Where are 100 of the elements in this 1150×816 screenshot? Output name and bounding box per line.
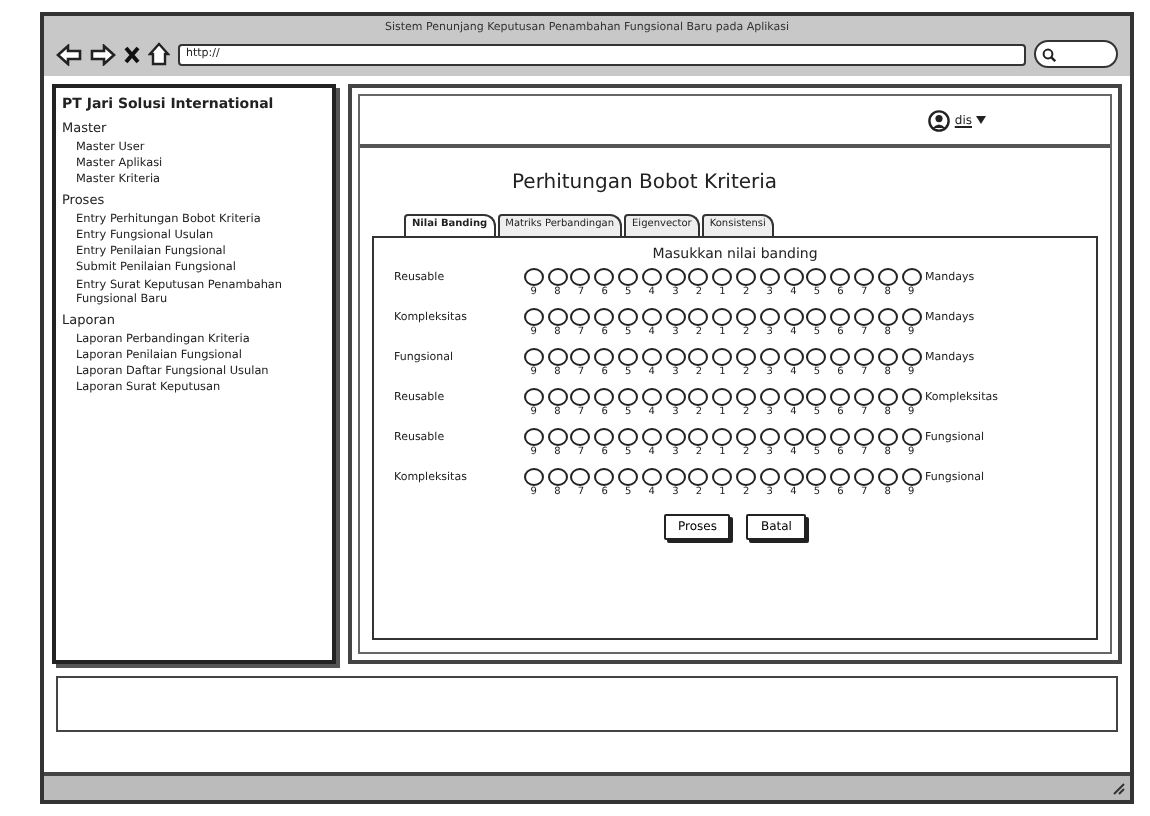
radio-button[interactable] bbox=[570, 268, 591, 287]
radio-button[interactable] bbox=[618, 428, 639, 447]
radio-button[interactable] bbox=[736, 308, 757, 327]
radio-button[interactable] bbox=[523, 468, 544, 487]
radio-button[interactable] bbox=[736, 348, 757, 367]
radio-button[interactable] bbox=[594, 308, 615, 327]
radio-button[interactable] bbox=[570, 428, 591, 447]
radio-button[interactable] bbox=[523, 348, 544, 367]
radio-button[interactable] bbox=[712, 348, 733, 367]
radio-button[interactable] bbox=[594, 348, 615, 367]
radio-button[interactable] bbox=[759, 388, 780, 407]
radio-button[interactable] bbox=[759, 428, 780, 447]
radio-button[interactable] bbox=[783, 428, 804, 447]
radio-button[interactable] bbox=[594, 468, 615, 487]
radio-button[interactable] bbox=[665, 268, 686, 287]
radio-button[interactable] bbox=[712, 388, 733, 407]
radio-button[interactable] bbox=[688, 308, 709, 327]
radio-button[interactable] bbox=[854, 388, 875, 407]
radio-button[interactable] bbox=[736, 428, 757, 447]
radio-button[interactable] bbox=[665, 388, 686, 407]
radio-button[interactable] bbox=[854, 308, 875, 327]
radio-button[interactable] bbox=[547, 348, 568, 367]
radio-button[interactable] bbox=[570, 468, 591, 487]
radio-button[interactable] bbox=[854, 348, 875, 367]
radio-button[interactable] bbox=[688, 428, 709, 447]
radio-button[interactable] bbox=[830, 308, 851, 327]
radio-button[interactable] bbox=[688, 348, 709, 367]
radio-button[interactable] bbox=[806, 268, 827, 287]
radio-button[interactable] bbox=[877, 268, 898, 287]
radio-button[interactable] bbox=[901, 268, 922, 287]
radio-button[interactable] bbox=[665, 308, 686, 327]
radio-button[interactable] bbox=[523, 388, 544, 407]
radio-button[interactable] bbox=[618, 388, 639, 407]
radio-button[interactable] bbox=[901, 428, 922, 447]
radio-button[interactable] bbox=[830, 388, 851, 407]
radio-button[interactable] bbox=[736, 268, 757, 287]
radio-button[interactable] bbox=[594, 268, 615, 287]
radio-button[interactable] bbox=[806, 468, 827, 487]
radio-button[interactable] bbox=[783, 348, 804, 367]
radio-button[interactable] bbox=[618, 468, 639, 487]
search-field[interactable] bbox=[1034, 40, 1118, 69]
radio-button[interactable] bbox=[618, 348, 639, 367]
radio-button[interactable] bbox=[547, 428, 568, 447]
radio-button[interactable] bbox=[618, 268, 639, 287]
radio-button[interactable] bbox=[759, 268, 780, 287]
radio-button[interactable] bbox=[641, 468, 662, 487]
radio-button[interactable] bbox=[759, 348, 780, 367]
radio-button[interactable] bbox=[712, 468, 733, 487]
close-icon[interactable] bbox=[124, 45, 140, 64]
caret-icon[interactable] bbox=[976, 116, 986, 125]
radio-button[interactable] bbox=[688, 468, 709, 487]
radio-button[interactable] bbox=[854, 468, 875, 487]
radio-button[interactable] bbox=[759, 308, 780, 327]
radio-button[interactable] bbox=[665, 428, 686, 447]
radio-button[interactable] bbox=[901, 388, 922, 407]
radio-button[interactable] bbox=[806, 308, 827, 327]
radio-button[interactable] bbox=[523, 268, 544, 287]
radio-button[interactable] bbox=[570, 388, 591, 407]
radio-button[interactable] bbox=[736, 388, 757, 407]
radio-button[interactable] bbox=[641, 308, 662, 327]
radio-button[interactable] bbox=[641, 268, 662, 287]
radio-button[interactable] bbox=[877, 348, 898, 367]
radio-button[interactable] bbox=[523, 308, 544, 327]
back-icon[interactable] bbox=[56, 43, 82, 66]
radio-button[interactable] bbox=[877, 308, 898, 327]
radio-button[interactable] bbox=[783, 308, 804, 327]
resize-grip-icon[interactable] bbox=[1112, 781, 1126, 795]
radio-button[interactable] bbox=[830, 428, 851, 447]
radio-button[interactable] bbox=[783, 388, 804, 407]
radio-button[interactable] bbox=[901, 308, 922, 327]
radio-button[interactable] bbox=[783, 268, 804, 287]
radio-button[interactable] bbox=[594, 428, 615, 447]
radio-button[interactable] bbox=[901, 348, 922, 367]
radio-button[interactable] bbox=[547, 468, 568, 487]
radio-button[interactable] bbox=[665, 348, 686, 367]
radio-button[interactable] bbox=[665, 468, 686, 487]
radio-button[interactable] bbox=[688, 268, 709, 287]
radio-button[interactable] bbox=[641, 428, 662, 447]
radio-button[interactable] bbox=[806, 348, 827, 367]
radio-button[interactable] bbox=[570, 348, 591, 367]
radio-button[interactable] bbox=[877, 428, 898, 447]
radio-button[interactable] bbox=[783, 468, 804, 487]
radio-button[interactable] bbox=[759, 468, 780, 487]
radio-button[interactable] bbox=[806, 388, 827, 407]
radio-button[interactable] bbox=[736, 468, 757, 487]
radio-button[interactable] bbox=[570, 308, 591, 327]
radio-button[interactable] bbox=[523, 428, 544, 447]
radio-button[interactable] bbox=[688, 388, 709, 407]
radio-button[interactable] bbox=[901, 468, 922, 487]
radio-button[interactable] bbox=[641, 388, 662, 407]
radio-button[interactable] bbox=[547, 308, 568, 327]
radio-button[interactable] bbox=[806, 428, 827, 447]
radio-button[interactable] bbox=[830, 468, 851, 487]
radio-button[interactable] bbox=[854, 268, 875, 287]
radio-button[interactable] bbox=[641, 348, 662, 367]
radio-button[interactable] bbox=[830, 268, 851, 287]
radio-button[interactable] bbox=[547, 388, 568, 407]
radio-button[interactable] bbox=[877, 388, 898, 407]
radio-button[interactable] bbox=[712, 308, 733, 327]
radio-button[interactable] bbox=[854, 428, 875, 447]
